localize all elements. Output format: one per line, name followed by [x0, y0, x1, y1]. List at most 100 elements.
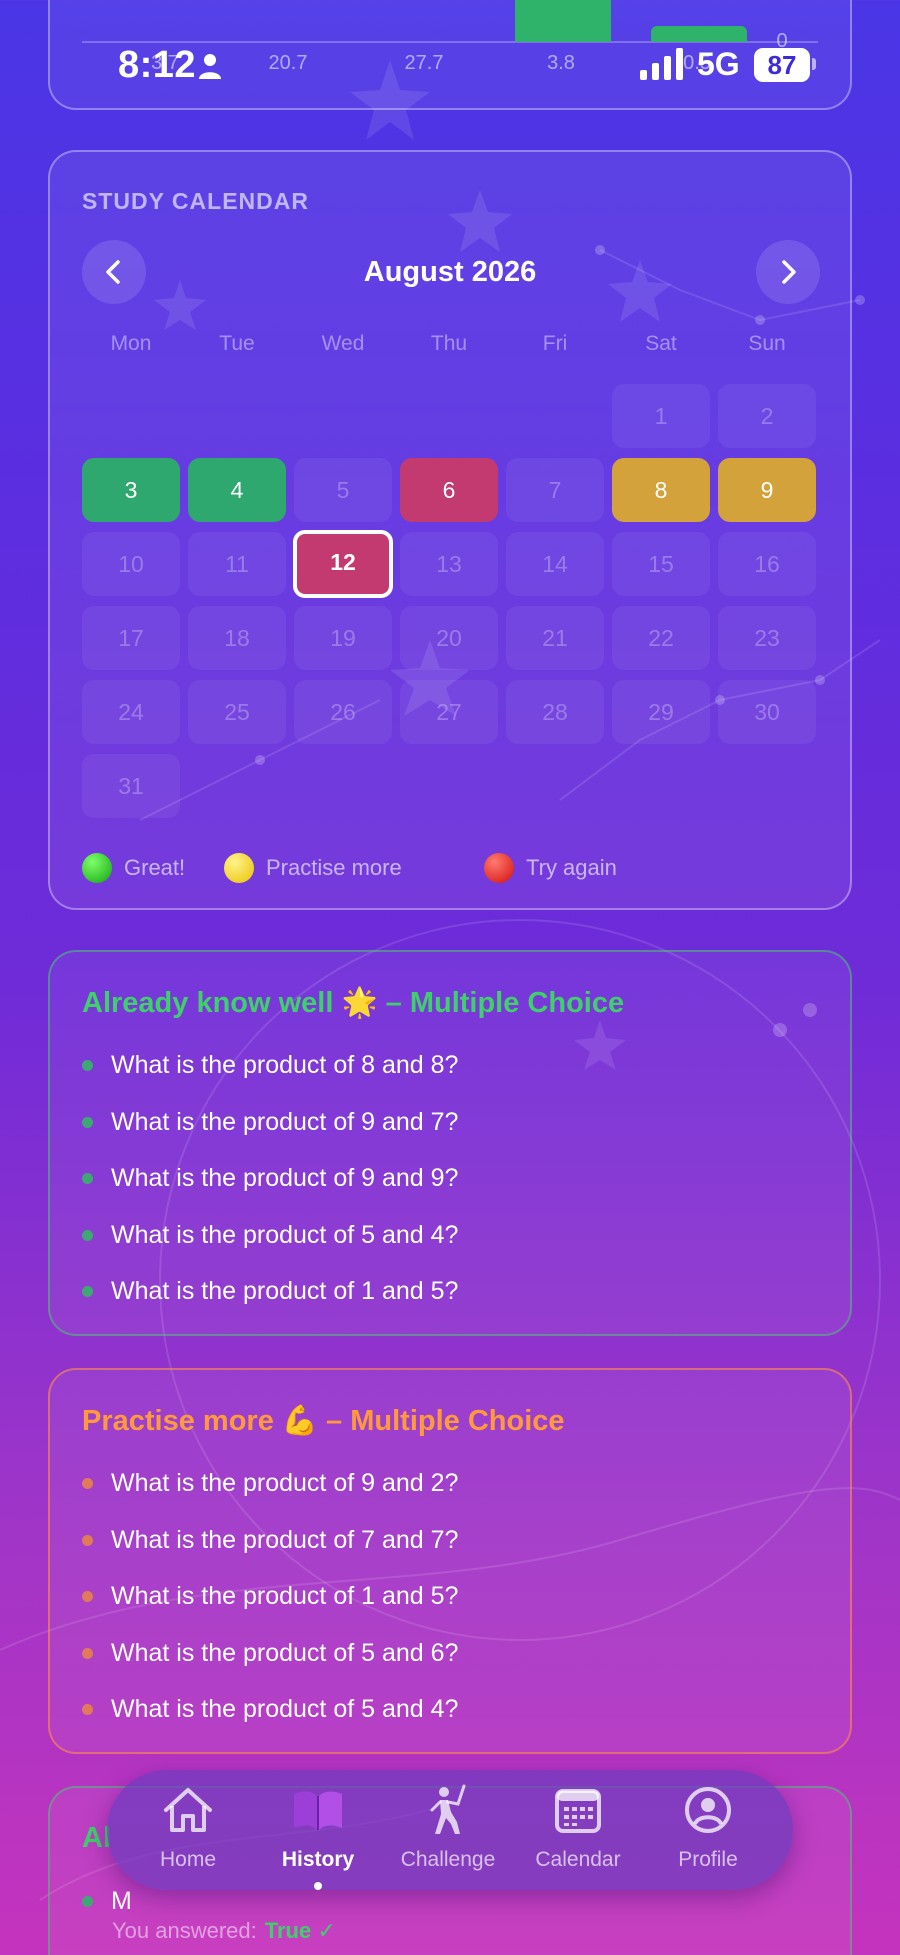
calendar-day-29[interactable]: 29	[612, 680, 710, 744]
tab-label: History	[281, 1848, 355, 1871]
calendar-day-5[interactable]: 5	[294, 458, 392, 522]
green-dot-icon	[82, 853, 112, 883]
list-item[interactable]: What is the product of 5 and 4?	[82, 1690, 822, 1747]
calendar-day-9[interactable]: 9	[718, 458, 816, 522]
calendar-day-20[interactable]: 20	[400, 606, 498, 670]
calendar-day-8[interactable]: 8	[612, 458, 710, 522]
calendar-day-12[interactable]: 12	[293, 530, 393, 598]
calendar-day-3[interactable]: 3	[82, 458, 180, 522]
bullet-icon	[82, 1229, 93, 1241]
calendar-day-24[interactable]: 24	[82, 680, 180, 744]
question-text: What is the product of 7 and 7?	[111, 1525, 459, 1554]
legend-label: Practise more	[266, 855, 402, 880]
practise-more-section: Practise more 💪 – Multiple Choice What i…	[48, 1368, 852, 1754]
tab-label: Profile	[678, 1848, 738, 1871]
weekday-wed: Wed	[321, 332, 365, 355]
fencer-icon	[430, 1784, 466, 1834]
question-list: What is the product of 8 and 8? What is …	[82, 1046, 822, 1329]
bullet-icon	[82, 1704, 93, 1715]
answered-value: True ✓	[264, 1918, 336, 1943]
question-text: What is the product of 1 and 5?	[111, 1277, 459, 1305]
tab-history[interactable]: History	[253, 1770, 383, 1890]
calendar-icon	[555, 1789, 601, 1833]
calendar-legend: Great! Practise more Try again	[82, 850, 822, 886]
bullet-icon	[82, 1478, 93, 1489]
legend-great: Great!	[82, 850, 185, 886]
bullet-icon	[82, 1647, 93, 1659]
list-item[interactable]: What is the product of 9 and 7?	[82, 1103, 822, 1160]
home-icon	[164, 1788, 212, 1832]
tab-home[interactable]: Home	[123, 1770, 253, 1890]
question-list: What is the product of 9 and 2? What is …	[82, 1464, 822, 1747]
question-text: What is the product of 8 and 8?	[111, 1051, 459, 1079]
tab-profile[interactable]: Profile	[643, 1770, 773, 1890]
weekday-thu: Thu	[430, 332, 468, 355]
calendar-day-14[interactable]: 14	[506, 532, 604, 596]
calendar-day-19[interactable]: 19	[294, 606, 392, 670]
calendar-day-13[interactable]: 13	[400, 532, 498, 596]
calendar-day-27[interactable]: 27	[400, 680, 498, 744]
list-item[interactable]: What is the product of 1 and 5?	[82, 1577, 822, 1634]
list-item[interactable]: What is the product of 8 and 8?	[82, 1046, 822, 1103]
list-item[interactable]: What is the product of 7 and 7?	[82, 1521, 822, 1578]
calendar-day-2[interactable]: 2	[718, 384, 816, 448]
calendar-day-6[interactable]: 6	[400, 458, 498, 522]
calendar-title: STUDY CALENDAR	[82, 188, 309, 214]
section-title: Practise more 💪 – Multiple Choice	[82, 1405, 565, 1437]
calendar-day-11[interactable]: 11	[188, 532, 286, 596]
calendar-day-28[interactable]: 28	[506, 680, 604, 744]
bullet-icon	[82, 1896, 93, 1907]
calendar-day-7[interactable]: 7	[506, 458, 604, 522]
question-text: What is the product of 9 and 2?	[111, 1469, 459, 1497]
weekday-sat: Sat	[645, 332, 677, 355]
list-item[interactable]: What is the product of 9 and 9?	[82, 1159, 822, 1216]
known-well-section: Already know well 🌟 – Multiple Choice Wh…	[48, 950, 852, 1336]
answered-label: You answered:	[112, 1918, 257, 1943]
calendar-day-25[interactable]: 25	[188, 680, 286, 744]
calendar-day-15[interactable]: 15	[612, 532, 710, 596]
tab-challenge[interactable]: Challenge	[383, 1770, 513, 1890]
active-tab-indicator	[314, 1882, 322, 1890]
question-text: M	[111, 1887, 132, 1915]
person-icon	[199, 54, 221, 79]
bullet-icon	[82, 1286, 93, 1297]
calendar-day-31[interactable]: 31	[82, 754, 180, 818]
weekday-tue: Tue	[219, 332, 255, 355]
calendar-day-26[interactable]: 26	[294, 680, 392, 744]
yellow-dot-icon	[224, 853, 254, 883]
answered-row: You answered: True ✓	[112, 1918, 336, 1944]
calendar-day-22[interactable]: 22	[612, 606, 710, 670]
study-calendar-card: STUDY CALENDAR August 2026 Mon Tue Wed T…	[48, 150, 852, 910]
calendar-day-16[interactable]: 16	[718, 532, 816, 596]
weekday-mon: Mon	[110, 332, 152, 355]
list-item[interactable]: What is the product of 1 and 5?	[82, 1272, 822, 1329]
list-item[interactable]: What is the product of 5 and 4?	[82, 1216, 822, 1273]
list-item[interactable]: What is the product of 5 and 6?	[82, 1634, 822, 1691]
calendar-day-10[interactable]: 10	[82, 532, 180, 596]
book-icon	[294, 1791, 342, 1830]
legend-try-again: Try again	[484, 850, 617, 886]
tab-label: Home	[159, 1848, 217, 1871]
question-text: What is the product of 5 and 6?	[111, 1638, 459, 1667]
red-dot-icon	[484, 853, 514, 883]
bullet-icon	[82, 1060, 93, 1071]
question-text: What is the product of 1 and 5?	[111, 1582, 459, 1610]
list-item[interactable]: What is the product of 9 and 2?	[82, 1464, 822, 1521]
profile-icon	[685, 1787, 731, 1833]
bullet-icon	[82, 1534, 93, 1546]
bullet-icon	[82, 1591, 93, 1602]
calendar-day-17[interactable]: 17	[82, 606, 180, 670]
weekday-sun: Sun	[748, 332, 786, 355]
calendar-day-1[interactable]: 1	[612, 384, 710, 448]
next-month-button[interactable]	[756, 240, 820, 304]
question-text: What is the product of 5 and 4?	[111, 1220, 459, 1249]
calendar-day-30[interactable]: 30	[718, 680, 816, 744]
question-text: What is the product of 9 and 9?	[111, 1164, 459, 1192]
network-type: 5G	[697, 46, 740, 82]
calendar-day-23[interactable]: 23	[718, 606, 816, 670]
tab-label: Calendar	[535, 1848, 621, 1871]
calendar-day-18[interactable]: 18	[188, 606, 286, 670]
calendar-day-4[interactable]: 4	[188, 458, 286, 522]
tab-calendar[interactable]: Calendar	[513, 1770, 643, 1890]
calendar-day-21[interactable]: 21	[506, 606, 604, 670]
